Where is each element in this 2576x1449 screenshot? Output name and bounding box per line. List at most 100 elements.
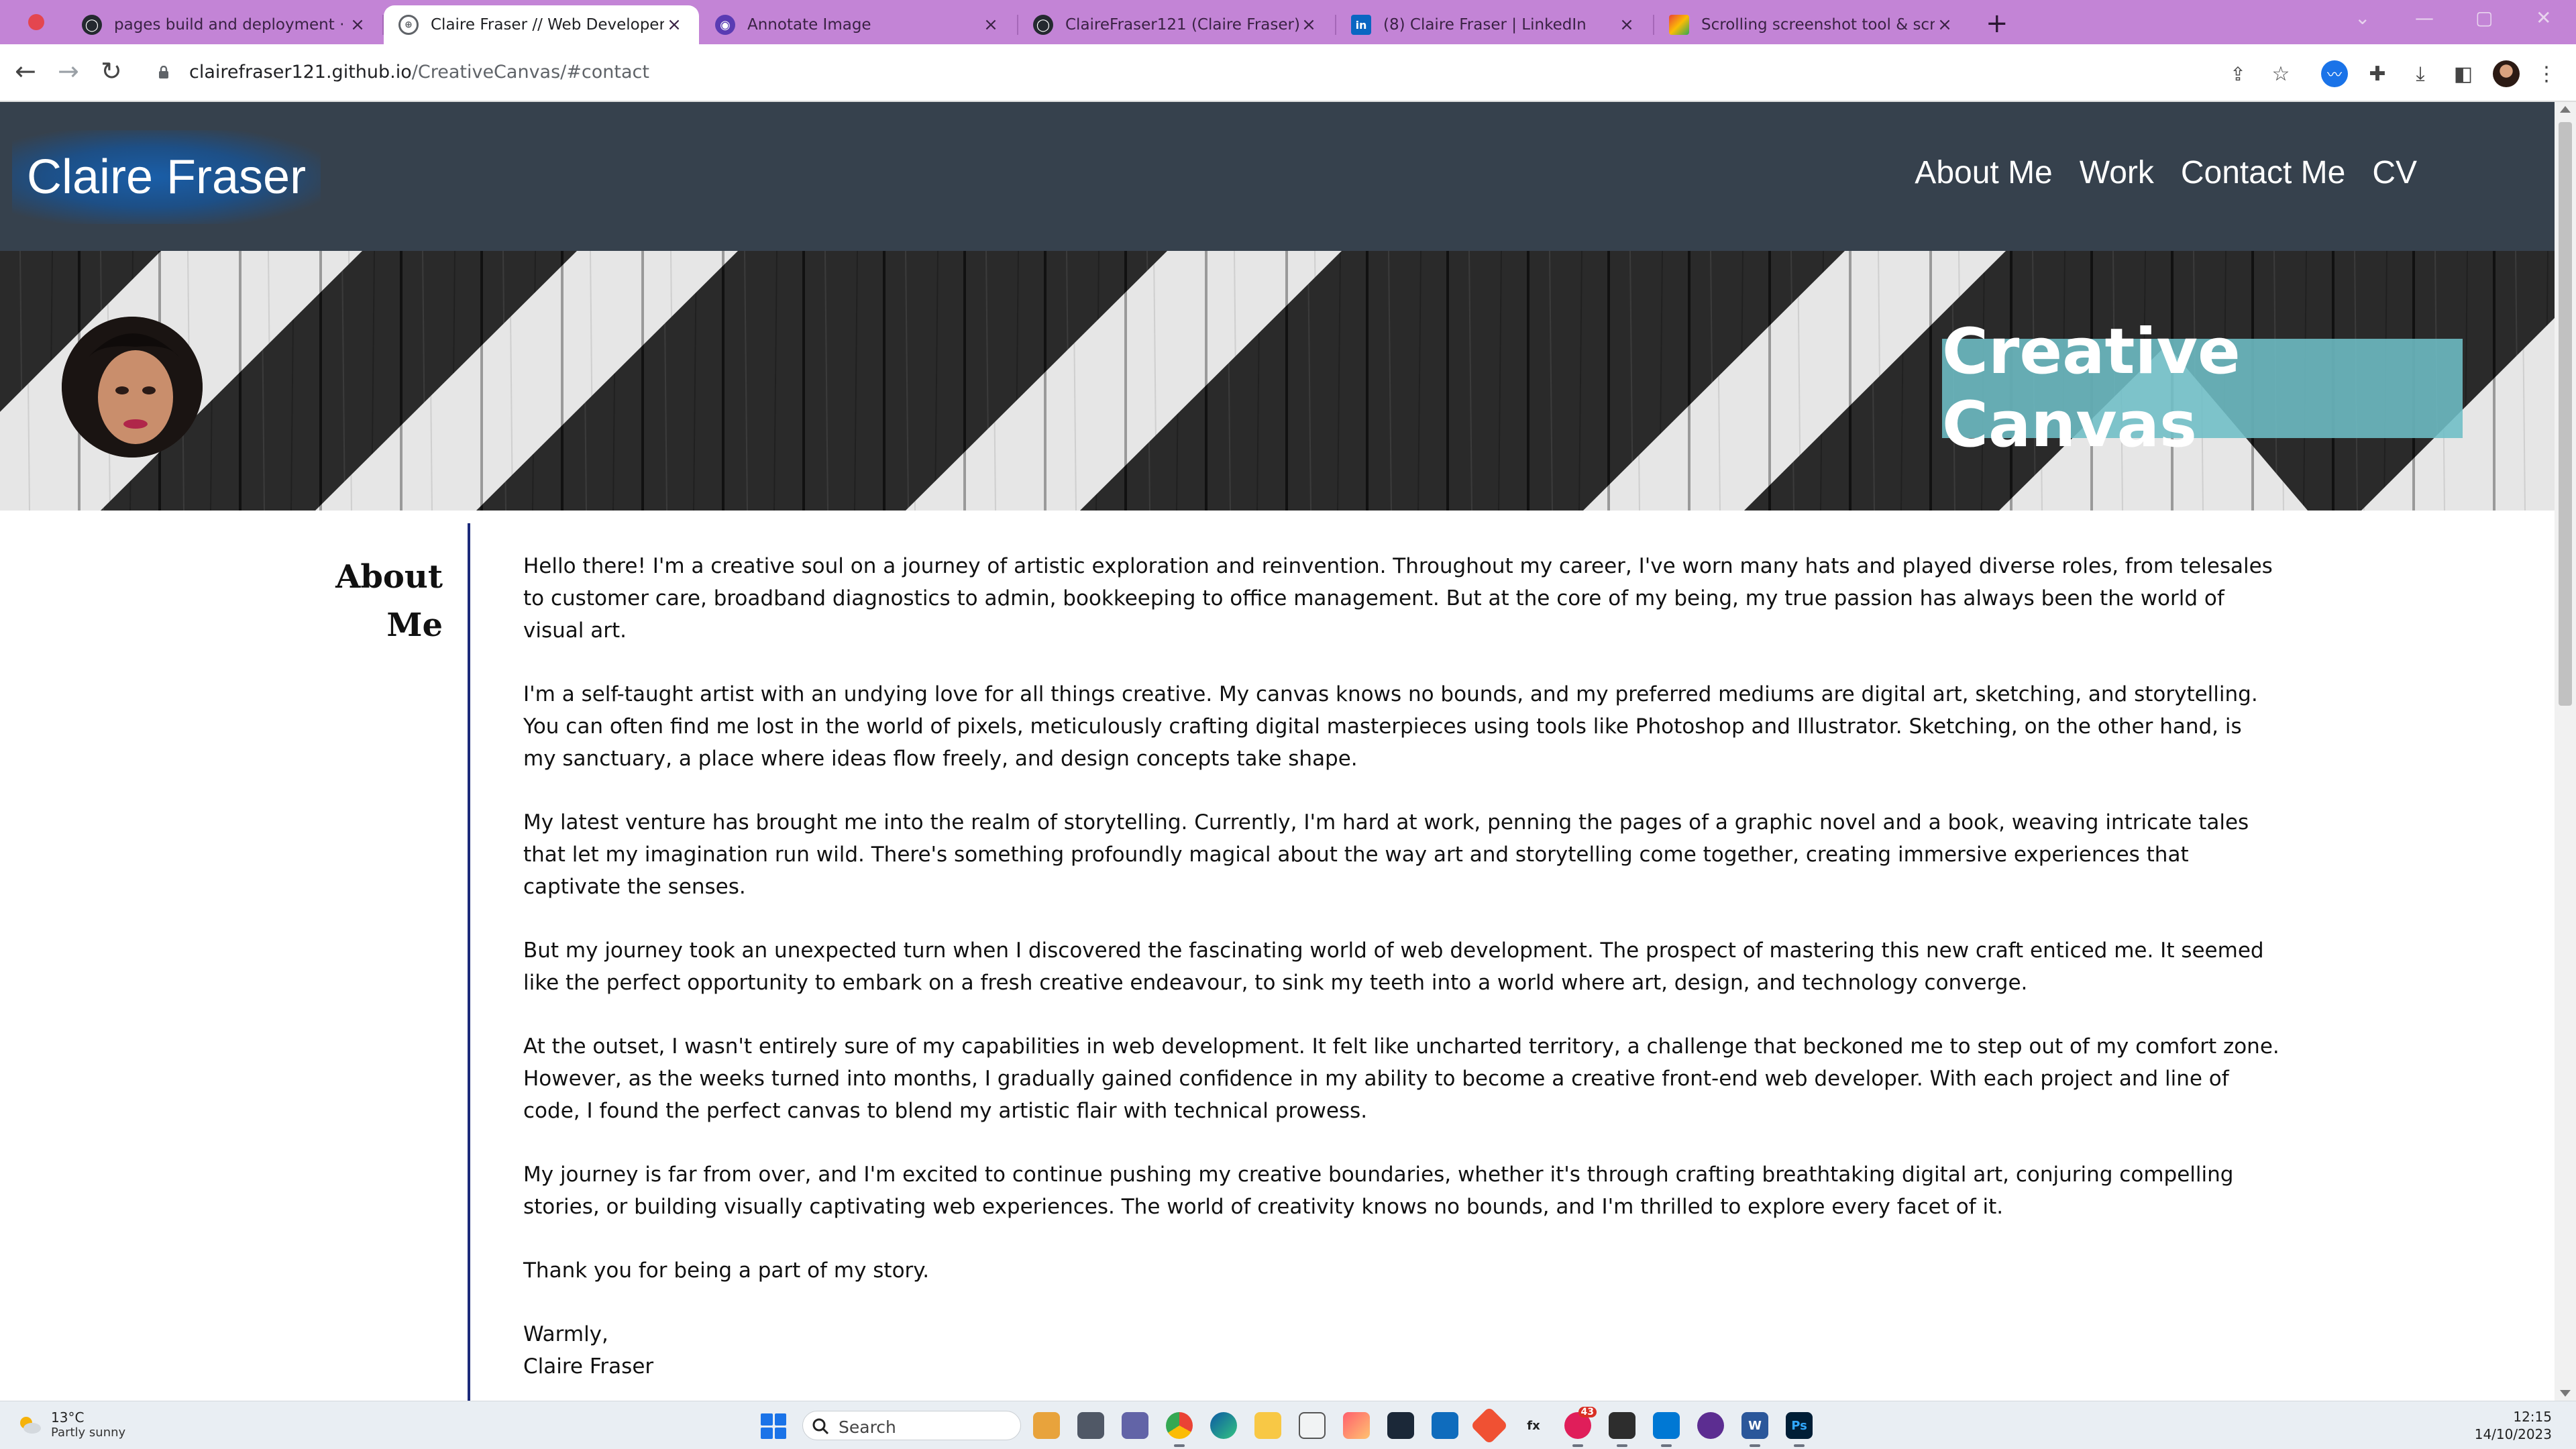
close-tab-icon[interactable]: × <box>1617 15 1637 35</box>
scroll-down-arrow-icon[interactable] <box>2560 1390 2571 1397</box>
tab-linkedin[interactable]: in (8) Claire Fraser | LinkedIn × <box>1336 5 1652 44</box>
extensions-puzzle-icon[interactable]: ✚ <box>2364 60 2391 87</box>
close-tab-icon[interactable]: × <box>664 15 684 35</box>
tab-title: (8) Claire Fraser | LinkedIn <box>1383 16 1587 34</box>
tab-github-profile[interactable]: ◯ ClaireFraser121 (Claire Fraser) × <box>1018 5 1334 44</box>
terminal-icon[interactable] <box>1609 1412 1635 1447</box>
site-brand[interactable]: Claire Fraser <box>12 130 321 224</box>
task-view-icon[interactable] <box>1077 1412 1104 1439</box>
tab-search-icon[interactable]: ⌄ <box>2355 7 2370 29</box>
windows-start-icon[interactable] <box>761 1413 786 1439</box>
tab-title: Scrolling screenshot tool & screen <box>1701 16 1935 34</box>
taskbar-search-box[interactable] <box>802 1411 1021 1440</box>
tab-title: Claire Fraser // Web Developer <box>431 16 664 34</box>
about-paragraph: My journey is far from over, and I'm exc… <box>523 1163 2234 1219</box>
linkedin-icon: in <box>1351 15 1371 35</box>
signoff-greeting: Warmly, <box>523 1322 608 1346</box>
search-icon <box>812 1418 829 1435</box>
weather-description[interactable]: Partly sunny <box>51 1426 125 1440</box>
word-icon[interactable]: W <box>1741 1412 1768 1447</box>
maximize-icon[interactable]: ▢ <box>2475 7 2493 29</box>
url-host: clairefraser121.github.io <box>189 62 412 83</box>
minimize-icon[interactable]: — <box>2415 7 2434 29</box>
lock-icon[interactable] <box>158 66 170 79</box>
reload-icon[interactable]: ↻ <box>101 56 122 86</box>
tab-claire-fraser-web-developer[interactable]: ⊕ Claire Fraser // Web Developer × <box>384 5 699 44</box>
slack-badge: 43 <box>1578 1407 1597 1417</box>
github-icon: ◯ <box>82 15 102 35</box>
outlook-icon[interactable] <box>1432 1412 1458 1439</box>
side-panel-icon[interactable]: ◧ <box>2450 60 2477 87</box>
url-path: /CreativeCanvas/#contact <box>411 62 649 83</box>
menu-kebab-icon[interactable]: ⋮ <box>2533 60 2560 87</box>
nav-cv[interactable]: CV <box>2372 154 2417 191</box>
teams-icon[interactable] <box>1122 1412 1148 1439</box>
nav-contact-me[interactable]: Contact Me <box>2181 154 2345 191</box>
download-icon[interactable]: ⤓ <box>2407 60 2434 87</box>
annotate-icon: ◉ <box>715 15 735 35</box>
close-tab-icon[interactable]: × <box>1935 15 1955 35</box>
about-heading: About Me <box>268 553 443 649</box>
tab-annotate-image[interactable]: ◉ Annotate Image × <box>700 5 1016 44</box>
fx-icon[interactable]: fx <box>1520 1412 1547 1439</box>
tab-pages-build[interactable]: ◯ pages build and deployment · Clai × <box>67 5 382 44</box>
bookmark-star-icon[interactable]: ☆ <box>2267 60 2294 87</box>
site-nav: About Me Work Contact Me CV <box>1915 154 2417 191</box>
close-tab-icon[interactable]: × <box>347 15 368 35</box>
extension-wave-icon[interactable]: 〰 <box>2321 60 2348 87</box>
github-icon: ◯ <box>1033 15 1053 35</box>
media-icon[interactable] <box>1697 1412 1724 1439</box>
profile-photo <box>62 317 203 458</box>
edge-icon[interactable] <box>1210 1412 1237 1439</box>
page-scrollbar[interactable] <box>2555 102 2576 1401</box>
globe-icon: ⊕ <box>398 15 419 35</box>
vscode-icon[interactable] <box>1653 1412 1680 1447</box>
site-header: Claire Fraser About Me Work Contact Me C… <box>0 102 2555 251</box>
git-icon[interactable] <box>1470 1406 1509 1445</box>
weather-temperature[interactable]: 13°C <box>51 1409 84 1426</box>
browser-toolbar: ← → ↻ clairefraser121.github.io/Creative… <box>0 44 2576 102</box>
screenshot-tool-icon <box>1669 15 1689 35</box>
close-tab-icon[interactable]: × <box>1299 15 1319 35</box>
chrome-icon[interactable] <box>1166 1412 1193 1447</box>
partly-sunny-icon[interactable] <box>17 1415 42 1435</box>
steam-icon[interactable] <box>1387 1412 1414 1439</box>
profile-avatar-icon[interactable] <box>2493 60 2520 87</box>
tab-title: pages build and deployment · Clai <box>114 16 347 34</box>
section-divider-line <box>468 523 470 1401</box>
photoshop-icon[interactable]: Ps <box>1786 1412 1813 1447</box>
scroll-up-arrow-icon[interactable] <box>2560 106 2571 113</box>
about-paragraph: My latest venture has brought me into th… <box>523 810 2249 899</box>
about-paragraph: I'm a self-taught artist with an undying… <box>523 682 2258 771</box>
photos-icon[interactable] <box>1343 1412 1370 1439</box>
scrollbar-thumb[interactable] <box>2559 122 2572 706</box>
about-heading-line: Me <box>386 606 443 644</box>
hero-title: Creative Canvas <box>1942 315 2463 462</box>
slack-icon[interactable]: 43 <box>1564 1407 1597 1447</box>
signoff-name: Claire Fraser <box>523 1354 654 1379</box>
forward-arrow-icon[interactable]: → <box>58 56 79 86</box>
files-icon[interactable] <box>1033 1412 1060 1439</box>
about-paragraph: But my journey took an unexpected turn w… <box>523 938 2264 995</box>
taskbar-search-placeholder[interactable]: Search <box>839 1417 896 1437</box>
nav-about-me[interactable]: About Me <box>1915 154 2052 191</box>
file-explorer-icon[interactable] <box>1254 1412 1281 1439</box>
clock-time: 12:15 <box>2513 1409 2552 1425</box>
url-text[interactable]: clairefraser121.github.io/CreativeCanvas… <box>189 62 649 83</box>
system-clock[interactable]: 12:15 14/10/2023 <box>2475 1408 2552 1443</box>
close-tab-icon[interactable]: × <box>981 15 1001 35</box>
close-window-icon[interactable]: ✕ <box>2536 7 2551 29</box>
share-icon[interactable]: ⇪ <box>2224 60 2251 87</box>
windows-taskbar: 13°C Partly sunny Search fx 43 W Ps 12:1… <box>0 1401 2576 1449</box>
tab-title: ClaireFraser121 (Claire Fraser) <box>1065 16 1299 34</box>
browser-tab-bar: ◯ pages build and deployment · Clai × ⊕ … <box>0 0 2576 44</box>
tab-scrolling-screenshot[interactable]: Scrolling screenshot tool & screen × <box>1654 5 1970 44</box>
tab-title: Annotate Image <box>747 16 871 34</box>
about-paragraph: Thank you for being a part of my story. <box>523 1258 930 1283</box>
back-arrow-icon[interactable]: ← <box>15 56 36 86</box>
about-paragraph: At the outset, I wasn't entirely sure of… <box>523 1034 2279 1123</box>
about-body: Hello there! I'm a creative soul on a jo… <box>523 550 2281 1383</box>
store-icon[interactable] <box>1299 1412 1326 1439</box>
nav-work[interactable]: Work <box>2080 154 2154 191</box>
new-tab-button[interactable]: + <box>1986 8 2008 39</box>
